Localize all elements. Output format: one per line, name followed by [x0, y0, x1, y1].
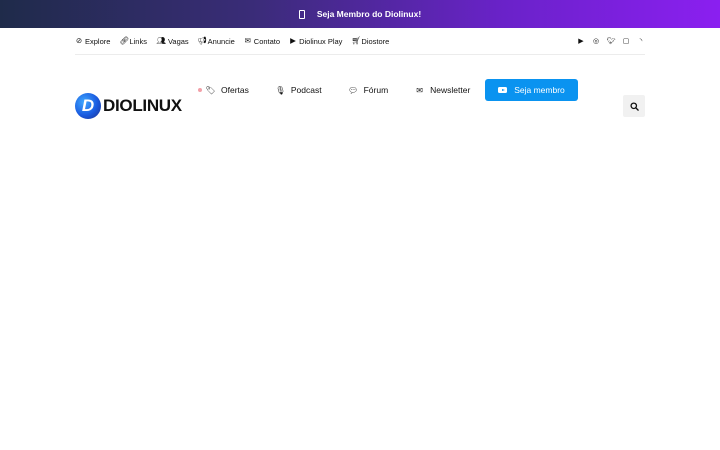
nav-link-explore[interactable]: ⊘ Explore	[75, 36, 111, 46]
nav-item-ofertas[interactable]: 🏷︎ Ofertas	[198, 85, 249, 95]
nav-item-label: Ofertas	[221, 85, 249, 95]
social-links: ▶ ◎ 🐦︎ ▢ ◝	[577, 37, 645, 45]
promo-label: Seja Membro do Diolinux!	[316, 9, 422, 19]
megaphone-icon: 📢︎	[197, 36, 208, 45]
nav-item-newsletter[interactable]: ✉ Newsletter	[415, 85, 470, 95]
envelope-icon: ✉	[244, 36, 251, 45]
comments-icon: 💬︎	[348, 85, 359, 95]
cart-icon: 🛒︎	[351, 36, 361, 45]
seja-membro-button[interactable]: Seja membro	[485, 79, 578, 101]
youtube-icon[interactable]: ▶	[577, 37, 585, 45]
nav-link-label: Diolinux Play	[299, 36, 343, 46]
envelope-icon: ✉	[416, 85, 423, 95]
nav-link-label: Vagas	[167, 36, 189, 46]
nav-item-podcast[interactable]: 🎙︎ Podcast	[275, 85, 322, 95]
twitch-icon[interactable]: ▢	[622, 37, 630, 45]
phone-icon	[298, 9, 305, 19]
nav-link-diostore[interactable]: 🛒︎ Diostore	[351, 37, 389, 46]
nav-item-label: Podcast	[290, 85, 322, 95]
secondary-nav: ⊘ Explore 🔗︎ Links 👥︎ Vagas 📢︎ Anuncie ✉…	[75, 28, 645, 55]
search-button[interactable]	[623, 95, 645, 117]
tags-icon: 🏷︎	[205, 85, 216, 95]
logo-text: DIOLINUX	[103, 96, 182, 115]
nav-item-label: Fórum	[363, 85, 389, 95]
nav-link-contato[interactable]: ✉ Contato	[244, 37, 280, 46]
nav-link-diolinux-play[interactable]: ▶ Diolinux Play	[289, 37, 342, 46]
secondary-nav-links: ⊘ Explore 🔗︎ Links 👥︎ Vagas 📢︎ Anuncie ✉…	[75, 36, 390, 46]
users-icon: 👥︎	[156, 36, 166, 45]
site-logo[interactable]: D DIOLINUX	[75, 93, 182, 119]
nav-link-label: Explore	[85, 36, 111, 46]
logo-mark: D	[75, 93, 101, 119]
compass-icon: ⊘	[75, 36, 83, 45]
instagram-icon[interactable]: ◎	[592, 37, 600, 45]
rss-icon[interactable]: ◝	[637, 37, 645, 45]
nav-link-anuncie[interactable]: 📢︎ Anuncie	[198, 37, 235, 46]
nav-item-label: Newsletter	[430, 85, 471, 95]
nav-link-vagas[interactable]: 👥︎ Vagas	[156, 36, 189, 46]
nav-item-forum[interactable]: 💬︎ Fórum	[348, 85, 389, 95]
cta-label: Seja membro	[514, 85, 565, 95]
link-icon: 🔗︎	[119, 36, 129, 45]
promo-banner[interactable]: Seja Membro do Diolinux!	[0, 0, 720, 28]
nav-link-label: Contato	[253, 36, 281, 46]
nav-link-label: Diostore	[361, 36, 390, 46]
youtube-icon: ▶	[290, 36, 296, 45]
notification-dot	[198, 88, 202, 92]
twitter-icon[interactable]: 🐦︎	[607, 37, 616, 45]
nav-link-links[interactable]: 🔗︎ Links	[119, 37, 147, 46]
main-nav: 🏷︎ Ofertas 🎙︎ Podcast 💬︎ Fórum ✉ Newslet…	[198, 79, 497, 101]
podcast-icon: 🎙︎	[275, 85, 286, 95]
youtube-icon	[498, 87, 508, 93]
search-icon	[629, 101, 639, 111]
logo-letter: D	[81, 96, 95, 115]
nav-link-label: Links	[129, 36, 147, 46]
nav-link-label: Anuncie	[207, 36, 235, 46]
